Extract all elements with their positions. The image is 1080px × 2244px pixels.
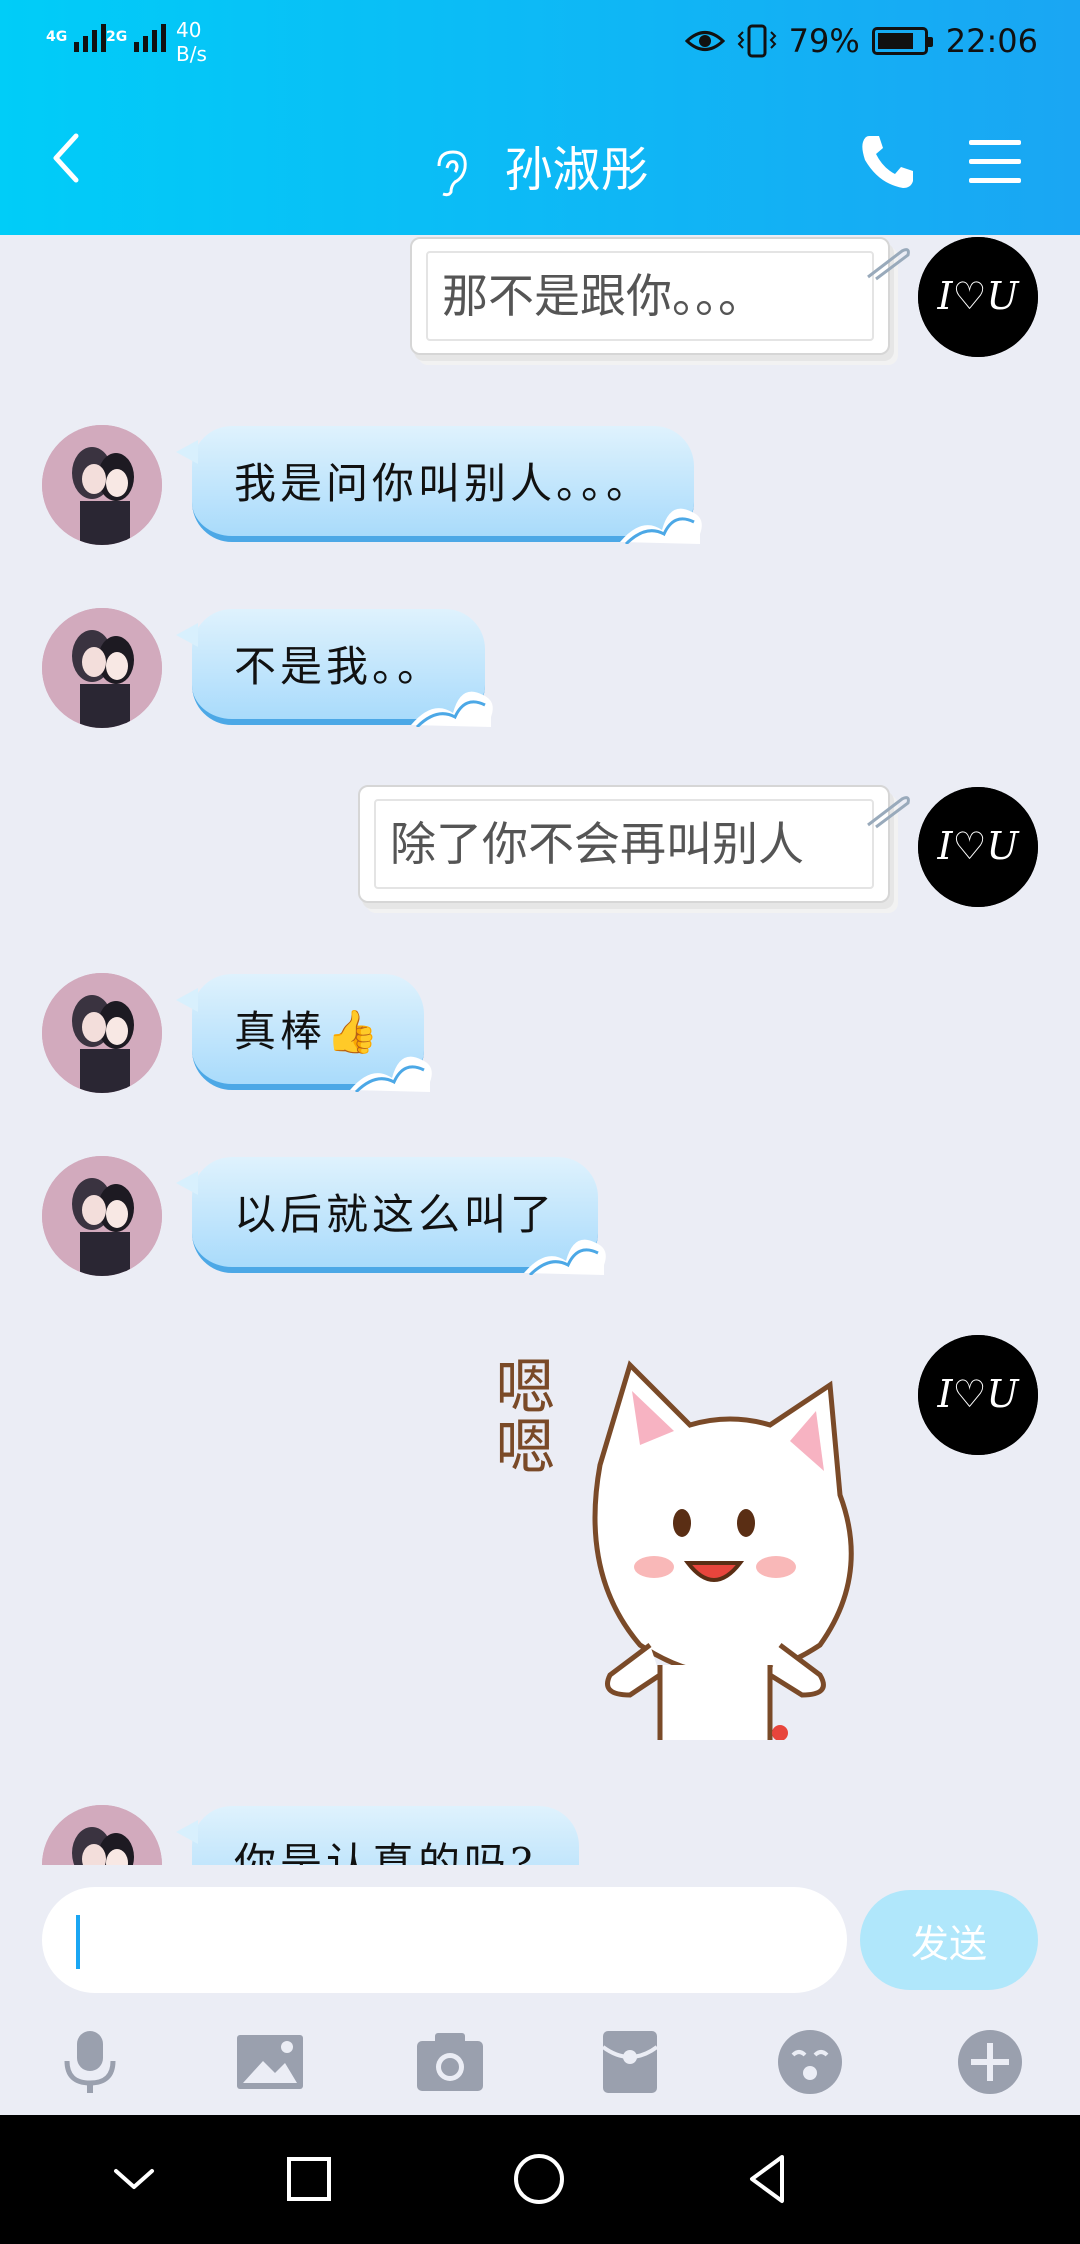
avatar[interactable] <box>42 1156 162 1276</box>
chevron-down-icon[interactable] <box>104 2149 164 2209</box>
status-right: 79% 22:06 <box>684 22 1038 60</box>
clock: 22:06 <box>945 22 1038 60</box>
message-text: 那不是跟你。。。 <box>442 269 764 323</box>
net-speed: 40 B/s <box>176 18 207 66</box>
net-speed-unit: B/s <box>176 42 207 66</box>
avatar[interactable]: I♡U <box>918 787 1038 907</box>
send-button[interactable]: 发送 <box>860 1890 1038 1990</box>
back-triangle-icon[interactable] <box>738 2149 798 2209</box>
microphone-icon[interactable] <box>55 2027 125 2097</box>
camera-icon[interactable] <box>415 2027 485 2097</box>
avatar[interactable] <box>42 973 162 1093</box>
vibrate-icon <box>737 24 777 58</box>
cat-sticker[interactable]: 嗯嗯 <box>485 1345 880 1740</box>
text-cursor <box>76 1915 80 1969</box>
sticker-text: 嗯嗯 <box>485 1355 555 1475</box>
cat-illustration <box>592 1360 854 1740</box>
outgoing-bubble[interactable]: 除了你不会再叫别人 <box>358 785 910 903</box>
incoming-bubble[interactable]: 我是问你叫别人。。。 <box>175 426 702 544</box>
phone-icon[interactable] <box>855 130 919 194</box>
battery-icon <box>871 27 933 55</box>
wave-decoration-icon <box>350 1056 433 1092</box>
ear-icon[interactable] <box>431 148 471 198</box>
net-speed-value: 40 <box>176 18 202 42</box>
svg-text:I♡U: I♡U <box>936 824 1020 868</box>
outgoing-bubble[interactable]: 那不是跟你。。。 <box>410 237 910 355</box>
recent-apps-icon[interactable] <box>279 2149 339 2209</box>
contact-name: 孙淑彤 <box>504 142 649 198</box>
signal-1-label: 4G <box>46 29 68 45</box>
composer-toolbar <box>0 2015 1080 2115</box>
avatar[interactable] <box>42 1805 162 1865</box>
signal-2-label: 2G <box>106 29 128 45</box>
hamburger-menu-icon[interactable] <box>965 132 1025 192</box>
svg-text:I♡U: I♡U <box>936 1372 1020 1416</box>
incoming-bubble[interactable]: 你是认真的吗? <box>176 1806 579 1865</box>
message-input[interactable] <box>42 1887 847 1993</box>
plus-icon[interactable] <box>955 2027 1025 2097</box>
emoji-icon[interactable] <box>775 2027 845 2097</box>
battery-percent: 79% <box>788 22 860 60</box>
wave-decoration-icon <box>411 691 493 727</box>
home-icon[interactable] <box>509 2149 569 2209</box>
red-packet-icon[interactable] <box>595 2027 665 2097</box>
status-bar: 4G 2G 40 B/s 79% 22:06 <box>0 0 1080 90</box>
chat-message-list[interactable]: 那不是跟你。。。 I♡U 我是问你叫别人。。。 不是我。。 除了你不会再叫别人 … <box>0 235 1080 1865</box>
eye-icon <box>684 31 725 51</box>
incoming-bubble[interactable]: 不是我。。 <box>175 609 493 727</box>
avatar[interactable] <box>42 608 162 728</box>
avatar[interactable]: I♡U <box>918 237 1038 357</box>
avatar[interactable] <box>42 425 162 545</box>
message-text: 以后就这么叫了 <box>234 1190 557 1239</box>
chat-header: 4G 2G 40 B/s 79% 22:06 孙淑彤 <box>0 0 1080 235</box>
paperclip-icon <box>867 248 910 281</box>
svg-text:I♡U: I♡U <box>936 274 1020 318</box>
system-navigation-bar <box>0 2115 1080 2244</box>
wave-decoration-icon <box>524 1239 606 1275</box>
message-text: 我是问你叫别人。。。 <box>234 459 653 508</box>
incoming-bubble[interactable]: 以后就这么叫了 <box>175 1157 606 1275</box>
image-icon[interactable] <box>235 2027 305 2097</box>
message-text: 你是认真的吗? <box>234 1839 537 1865</box>
wave-decoration-icon <box>620 508 702 544</box>
incoming-bubble[interactable]: 真棒👍 <box>175 974 433 1092</box>
avatar[interactable]: I♡U <box>918 1335 1038 1455</box>
nav-bar: 孙淑彤 <box>0 110 1080 210</box>
paperclip-icon <box>867 796 910 829</box>
message-text: 除了你不会再叫别人 <box>390 817 804 871</box>
composer: 发送 <box>0 1865 1080 2115</box>
